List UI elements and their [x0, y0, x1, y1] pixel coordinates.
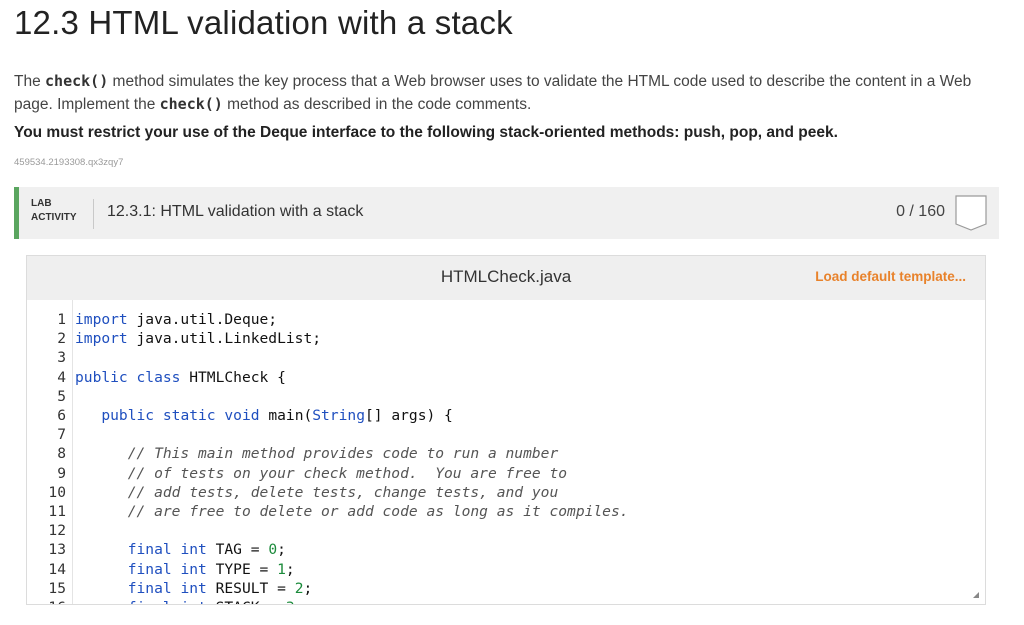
line-number: 5 [57, 387, 66, 405]
restriction-text: You must restrict your use of the Deque … [14, 124, 684, 141]
line-number: 1 [57, 311, 66, 328]
restriction-note: You must restrict your use of the Deque … [14, 124, 838, 142]
line-number: 13 [48, 541, 66, 559]
description-text: method as described in the code comments… [222, 96, 532, 113]
description-text: The [14, 73, 46, 90]
lab-tag-line: LAB [31, 198, 52, 209]
line-number: 6 [57, 407, 66, 424]
code-text: final int TYPE = 1; [127, 560, 295, 578]
code-text: // of tests on your check method. You ar… [127, 464, 568, 482]
line-number: 8 [57, 445, 66, 463]
editor-header: HTMLCheck.java Load default template... [27, 256, 985, 300]
code-text: final int TAG = 0; [127, 541, 286, 559]
description: The check() method simulates the key pro… [14, 70, 1004, 116]
line-number: 11 [48, 503, 66, 520]
page-title: 12.3 HTML validation with a stack [14, 4, 513, 41]
line-number: 4 [57, 368, 66, 386]
line-number: 10 [48, 483, 66, 501]
completion-badge-icon [955, 195, 987, 231]
code-text: // This main method provides code to run… [127, 445, 559, 463]
code-text-area[interactable]: 1 import java.util.Deque; 2 import java.uti… [27, 300, 985, 604]
code-text: final int STACK = 3; [75, 598, 304, 604]
line-number: 2 [57, 330, 66, 348]
line-number: 16 [27, 598, 66, 604]
line-number: 9 [57, 464, 66, 482]
lab-activity-tag: LAB ACTIVITY [31, 197, 77, 225]
restriction-methods: push, pop, and peek. [683, 124, 838, 141]
lab-title: 12.3.1: HTML validation with a stack [107, 203, 364, 220]
line-number: 7 [57, 426, 66, 444]
code-text: public class HTMLCheck { [75, 368, 286, 386]
code-editor: HTMLCheck.java Load default template... … [26, 255, 986, 605]
divider [93, 199, 94, 229]
gutter-divider [72, 300, 73, 604]
lab-tag-line: ACTIVITY [31, 212, 77, 223]
inline-code: check() [45, 72, 109, 90]
line-number: 14 [48, 560, 66, 578]
content-id: 459534.2193308.qx3zqy7 [14, 157, 124, 168]
code-text: public static void main(String[] args) { [101, 407, 453, 424]
code-text: import java.util.Deque; [75, 311, 278, 328]
code-text: // are free to delete or add code as lon… [127, 503, 629, 520]
code-text: final int RESULT = 2; [127, 579, 313, 597]
score-display: 0 / 160 [896, 203, 945, 220]
code-text: import java.util.LinkedList; [75, 330, 322, 348]
lab-activity-header: LAB ACTIVITY 12.3.1: HTML validation wit… [14, 187, 999, 239]
inline-code: check() [159, 95, 223, 113]
line-number: 3 [57, 349, 66, 367]
code-text: // add tests, delete tests, change tests… [127, 483, 559, 501]
line-number: 15 [48, 579, 66, 597]
load-default-template-link[interactable]: Load default template... [815, 269, 966, 284]
resize-handle-icon[interactable] [973, 592, 979, 598]
line-number: 12 [48, 522, 66, 540]
